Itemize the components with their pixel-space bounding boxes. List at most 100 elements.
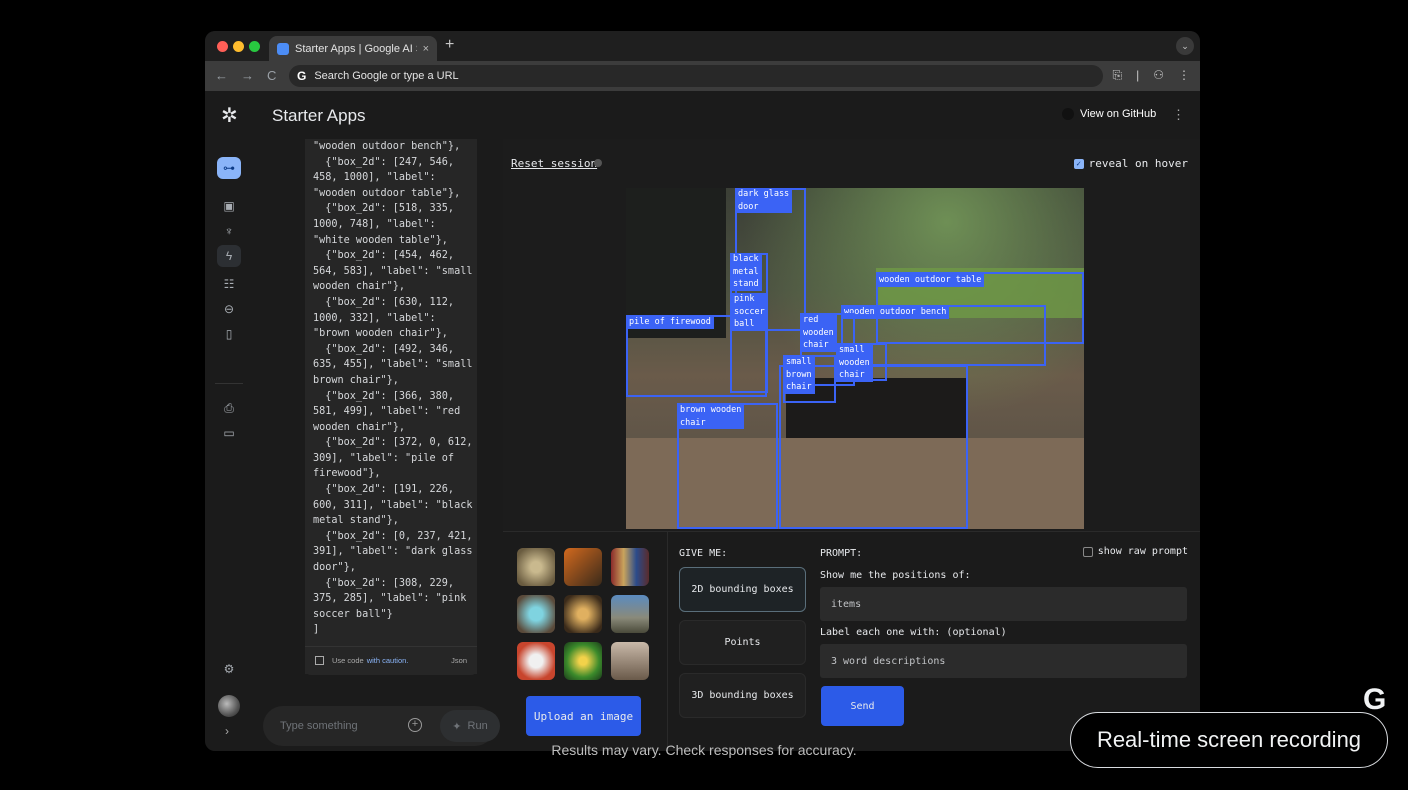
copy-code-icon[interactable] [315,656,324,665]
toolbar-divider: | [1136,68,1140,82]
tab-search-button[interactable]: ⌄ [1176,37,1194,55]
forward-icon[interactable]: → [241,68,254,83]
minimize-window-button[interactable] [233,41,244,52]
mode-3d-bounding-boxes[interactable]: 3D bounding boxes [679,673,806,718]
microphone-icon[interactable]: ♆ [217,220,241,242]
settings-icon[interactable]: ⚙ [217,658,241,680]
address-bar[interactable]: G Search Google or type a URL [289,65,1103,87]
reveal-checkbox[interactable]: ✓ [1073,158,1084,169]
code-line: "white wooden table"}, [313,234,448,246]
bolt-icon[interactable]: ϟ [217,245,241,267]
sample-thumbnail[interactable] [611,642,649,680]
code-line: 1000, 332], "label": [313,312,436,324]
maximize-window-button[interactable] [249,41,260,52]
code-line: wooden chair"}, [313,421,406,433]
sample-thumbnail[interactable] [564,595,602,633]
show-raw-prompt-toggle[interactable]: show raw prompt [1082,546,1188,557]
avatar[interactable] [218,695,240,717]
ai-studio-logo-icon[interactable]: ✲ [221,103,238,128]
image-icon[interactable]: ▣ [217,195,241,217]
sample-thumbnail[interactable] [611,548,649,586]
code-line: "wooden outdoor table"}, [313,187,461,199]
browser-tab[interactable]: Starter Apps | Google AI Stud × [269,36,437,61]
document-search-icon[interactable]: ⎙ [217,397,241,419]
reload-icon[interactable]: C [267,68,276,83]
mode-2d-bounding-boxes[interactable]: 2D bounding boxes [679,567,806,612]
bbox-label-pile-of-firewood: pile of firewood [626,316,714,329]
add-attachment-icon[interactable]: + [408,718,422,732]
tab-title: Starter Apps | Google AI Stud [295,42,417,55]
github-icon [1062,108,1074,120]
main-area: Reset session ✓ reveal on hover dark gla… [503,139,1200,751]
code-line: metal stand"}, [313,515,399,527]
view-on-github-link[interactable]: View on GitHub [1062,108,1156,120]
code-line: {"box_2d": [366, 380, [313,390,455,402]
reveal-label: reveal on hover [1088,157,1188,170]
tab-favicon-icon [277,42,289,55]
session-status-dot [594,159,602,167]
annotated-photo: dark glass door black metal stand pink s… [626,188,1084,529]
chat-icon[interactable]: ▭ [217,422,241,444]
close-window-button[interactable] [217,41,228,52]
run-button[interactable]: ✦ Run [440,710,500,742]
code-line: wooden chair"}, [313,281,406,293]
reveal-on-hover-toggle[interactable]: ✓ reveal on hover [1073,157,1188,170]
sidebar-divider [215,383,243,384]
code-footer-use: Use code [332,656,364,665]
code-line: {"box_2d": [191, 226, [313,484,455,496]
positions-label: Show me the positions of: [820,570,971,581]
code-line: 375, 285], "label": "pink [313,593,467,605]
browser-menu-icon[interactable]: ⋮ [1178,68,1190,83]
new-tab-button[interactable]: + [445,36,454,54]
bbox-label-red-wooden-chair: red wooden chair [800,314,837,352]
tab-close-icon[interactable]: × [423,43,429,55]
github-label: View on GitHub [1080,108,1157,120]
code-line: firewood"}, [313,468,381,480]
toolbar-icons: ⎘ | ⚇ ⋮ [1113,68,1191,83]
caution-link[interactable]: with caution. [367,656,409,665]
code-line: {"box_2d": [372, 0, 612, [313,437,473,449]
browser-window: Starter Apps | Google AI Stud × + ⌄ ← → … [205,31,1200,751]
reset-session-link[interactable]: Reset session [511,157,597,170]
code-line: soccer ball"} [313,608,393,620]
code-line: {"box_2d": [247, 546, [313,156,455,168]
sample-thumbnail[interactable] [564,642,602,680]
sample-thumbnail[interactable] [517,595,555,633]
positions-input[interactable]: items [820,587,1187,621]
key-icon[interactable]: ⊶ [217,157,241,179]
upload-image-button[interactable]: Upload an image [526,696,641,736]
profile-icon[interactable]: ⚇ [1153,68,1164,83]
expand-sidebar-icon[interactable]: › [225,724,229,738]
code-content: "wooden outdoor bench"}, {"box_2d": [247… [305,139,477,638]
tune-icon[interactable]: ☷ [217,273,241,295]
code-line: {"box_2d": [0, 237, 421, [313,530,473,542]
code-line: {"box_2d": [630, 112, [313,296,455,308]
sample-thumbnail[interactable] [611,595,649,633]
code-line: ] [313,624,320,636]
sample-thumbnail[interactable] [517,548,555,586]
bbox-label-dark-glass-door: dark glass door [735,188,793,213]
code-line: door"}, [313,562,356,574]
sample-thumbnail[interactable] [564,548,602,586]
bbox-label-wooden-outdoor-bench: wooden outdoor bench [841,306,950,319]
chat-input-placeholder: Type something [280,720,358,732]
label-description-input[interactable]: 3 word descriptions [820,644,1187,678]
raw-prompt-checkbox[interactable] [1082,546,1093,557]
back-icon[interactable]: ← [215,68,228,83]
raw-prompt-label: show raw prompt [1097,546,1188,557]
bbox-label-black-metal-stand: black metal stand [730,253,762,291]
code-line: "wooden outdoor bench"}, [313,141,461,152]
code-line: 458, 1000], "label": [313,172,436,184]
bbox-white-wooden-table[interactable] [779,365,968,529]
code-line: 635, 455], "label": "small [313,359,473,371]
app-header: ✲ Starter Apps View on GitHub ⋮ [205,91,1200,139]
mode-points[interactable]: Points [679,620,806,665]
sample-thumbnail[interactable] [517,642,555,680]
more-options-icon[interactable]: ⋮ [1172,107,1185,123]
code-line: {"box_2d": [308, 229, [313,577,455,589]
extensions-icon[interactable]: ⎘ [1113,68,1123,83]
archive-icon[interactable]: ⊖ [217,298,241,320]
book-icon[interactable]: ▯ [217,323,241,345]
send-button[interactable]: Send [821,686,904,726]
chat-input[interactable]: Type something + ✦ Run [263,706,500,746]
